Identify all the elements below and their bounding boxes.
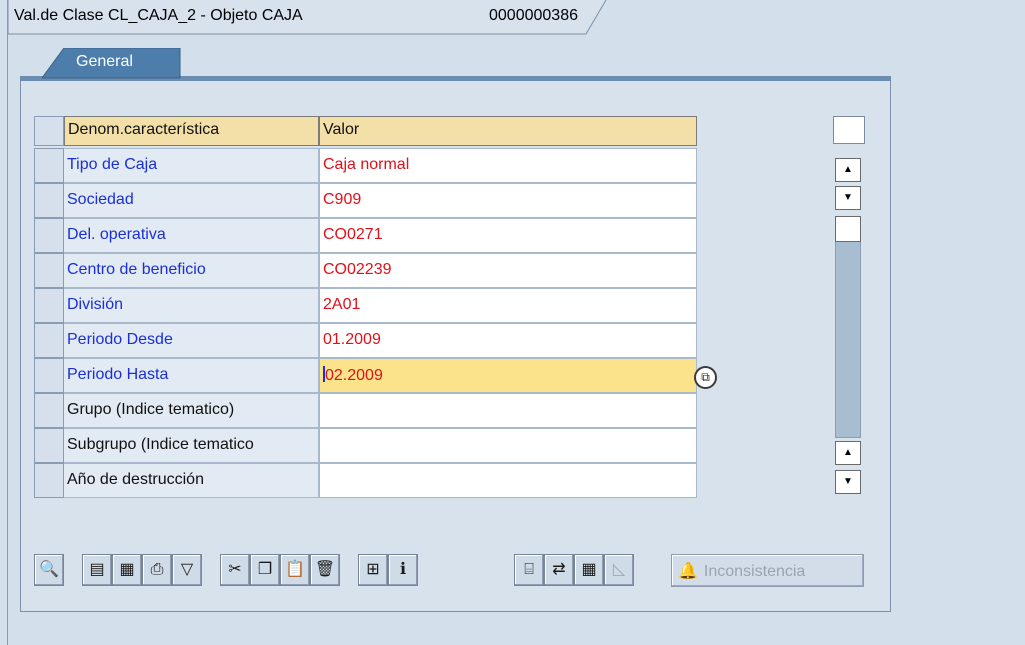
insert-icon[interactable]: ⊞ [358,554,388,586]
scroll-thumb[interactable] [835,216,861,242]
characteristic-name: Periodo Hasta [64,358,319,393]
row-selector[interactable] [34,393,64,428]
compare-icon[interactable]: ⇄ [544,554,574,586]
row-selector[interactable] [34,183,64,218]
characteristic-value[interactable]: CO0271 [319,218,697,253]
row-selector[interactable] [34,428,64,463]
characteristic-name: Tipo de Caja [64,148,319,183]
characteristic-value[interactable]: Caja normal [319,148,697,183]
characteristic-value[interactable]: 2A01 [319,288,697,323]
filter-icon[interactable]: ▽ [172,554,202,586]
table-row: Tipo de Caja Caja normal [34,148,697,183]
delete-icon[interactable]: 🗑 [310,554,340,586]
characteristic-value[interactable] [319,463,697,498]
characteristic-name: Subgrupo (Indice tematico [64,428,319,463]
select-all-cell[interactable] [34,116,64,146]
scroll-page-down-icon[interactable]: ▼ [835,470,861,494]
characteristic-name: Del. operativa [64,218,319,253]
table-row: Año de destrucción [34,463,697,498]
tab-general[interactable]: General [42,48,181,79]
active-value-text: 02.2009 [325,367,383,384]
row-selector[interactable] [34,358,64,393]
scroll-page-up-icon[interactable]: ▲ [835,441,861,465]
header-value[interactable]: Valor [319,116,697,146]
column-settings-icon[interactable] [833,116,865,144]
table-row: Del. operativa CO0271 [34,218,697,253]
characteristic-value[interactable] [319,428,697,463]
tab-general-label: General [76,53,133,70]
row-selector[interactable] [34,288,64,323]
inconsistency-button: 🔔 Inconsistencia [671,554,864,587]
characteristic-value[interactable]: 01.2009 [319,323,697,358]
find-icon[interactable]: ⌸ [514,554,544,586]
copy-icon[interactable]: ❐ [250,554,280,586]
table-row: Subgrupo (Indice tematico [34,428,697,463]
object-number: 0000000386 [489,7,578,24]
characteristic-name: Año de destrucción [64,463,319,498]
row-selector[interactable] [34,463,64,498]
characteristic-name: Periodo Desde [64,323,319,358]
chart-icon: ◺ [604,554,634,586]
deselect-all-icon[interactable]: ▦ [112,554,142,586]
scroll-up-icon[interactable]: ▲ [835,158,861,182]
title-bar: Val.de Clase CL_CAJA_2 - Objeto CAJA 000… [8,0,607,35]
bell-icon: 🔔 [678,563,698,580]
characteristic-value[interactable]: C909 [319,183,697,218]
row-selector[interactable] [34,253,64,288]
inconsistency-label: Inconsistencia [703,563,806,580]
row-selector[interactable] [34,148,64,183]
table-scrollbar[interactable]: ▲ ▼ ▲ ▼ [833,116,865,496]
characteristic-name: Sociedad [64,183,319,218]
paste-icon[interactable]: 📋 [280,554,310,586]
cut-icon[interactable]: ✂ [220,554,250,586]
table-row: Centro de beneficio CO02239 [34,253,697,288]
characteristic-value-active[interactable]: 02.2009 [319,358,697,393]
table-row: Grupo (Indice tematico) [34,393,697,428]
header-characteristic[interactable]: Denom.característica [64,116,319,146]
window-left-edge [7,0,8,645]
details-icon[interactable]: 🔍 [34,554,64,586]
characteristic-value[interactable]: CO02239 [319,253,697,288]
scroll-track[interactable] [835,218,861,438]
table-row: Periodo Hasta 02.2009 [34,358,697,393]
row-selector[interactable] [34,218,64,253]
print-icon[interactable]: ⎙ [142,554,172,586]
table-row: Periodo Desde 01.2009 [34,323,697,358]
select-all-icon[interactable]: ▤ [82,554,112,586]
info-icon[interactable]: ℹ [388,554,418,586]
characteristic-name: División [64,288,319,323]
characteristic-value[interactable] [319,393,697,428]
scroll-down-icon[interactable]: ▼ [835,186,861,210]
row-selector[interactable] [34,323,64,358]
characteristic-name: Centro de beneficio [64,253,319,288]
characteristic-name: Grupo (Indice tematico) [64,393,319,428]
table-row: Sociedad C909 [34,183,697,218]
table-header-row: Denom.característica Valor [34,116,697,151]
table-row: División 2A01 [34,288,697,323]
table-settings-icon[interactable]: ▦ [574,554,604,586]
window-title: Val.de Clase CL_CAJA_2 - Objeto CAJA [14,7,303,24]
value-help-icon[interactable]: ⧉ [694,366,717,389]
